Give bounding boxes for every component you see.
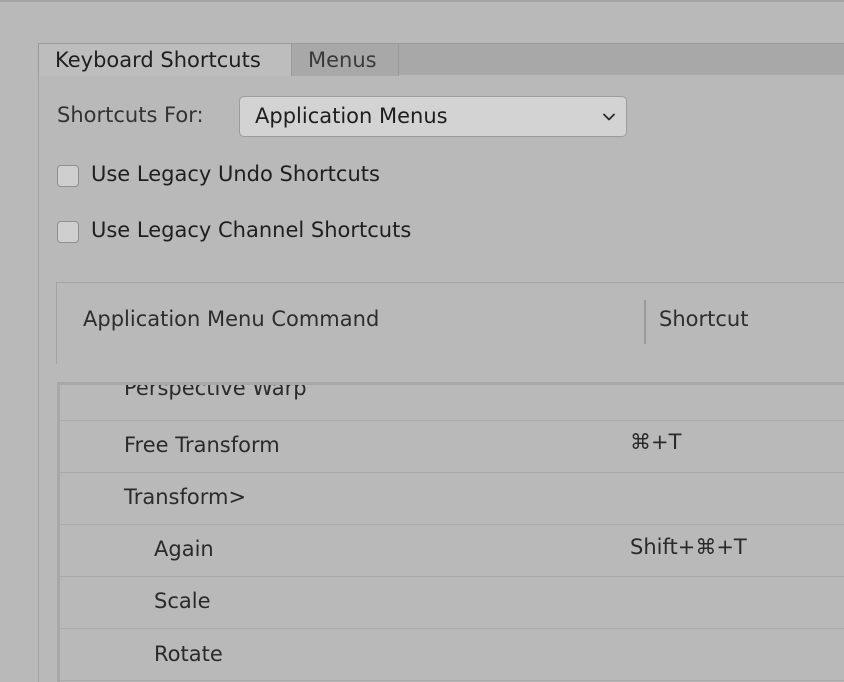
command-label: Perspective Warp (124, 382, 307, 400)
command-label: Free Transform (124, 433, 280, 457)
command-label: Transform> (124, 485, 247, 509)
shortcuts-for-select[interactable]: Application Menus (239, 96, 627, 137)
table-row[interactable]: Scale (60, 577, 844, 629)
legacy-channel-label: Use Legacy Channel Shortcuts (91, 218, 412, 242)
command-label: Rotate (154, 642, 223, 666)
window-top-border (0, 0, 844, 2)
column-header-shortcut[interactable]: Shortcut (659, 307, 748, 331)
chevron-down-icon (603, 113, 615, 121)
command-label: Scale (154, 589, 211, 613)
legacy-undo-label: Use Legacy Undo Shortcuts (91, 162, 380, 186)
column-divider[interactable] (644, 300, 646, 344)
table-header: Application Menu Command Shortcut (56, 282, 844, 364)
shortcuts-for-value: Application Menus (255, 104, 448, 128)
column-header-command[interactable]: Application Menu Command (83, 307, 379, 331)
legacy-undo-checkbox[interactable] (57, 165, 79, 187)
table-row[interactable]: Transform> (60, 473, 844, 525)
table-row[interactable]: Again Shift+⌘+T (60, 525, 844, 577)
tab-keyboard-shortcuts[interactable]: Keyboard Shortcuts (38, 43, 292, 76)
command-list[interactable]: Perspective Warp Free Transform ⌘+T Tran… (57, 382, 844, 682)
table-row[interactable]: Free Transform ⌘+T (60, 421, 844, 473)
tab-menus[interactable]: Menus (292, 43, 399, 76)
table-row[interactable]: Rotate (60, 629, 844, 681)
legacy-channel-checkbox[interactable] (57, 221, 79, 243)
shortcut-label: ⌘+T (630, 430, 682, 454)
command-label: Again (154, 537, 214, 561)
table-row[interactable]: Perspective Warp (60, 382, 844, 421)
shortcuts-for-label: Shortcuts For: (57, 103, 204, 127)
shortcut-label: Shift+⌘+T (630, 535, 747, 559)
